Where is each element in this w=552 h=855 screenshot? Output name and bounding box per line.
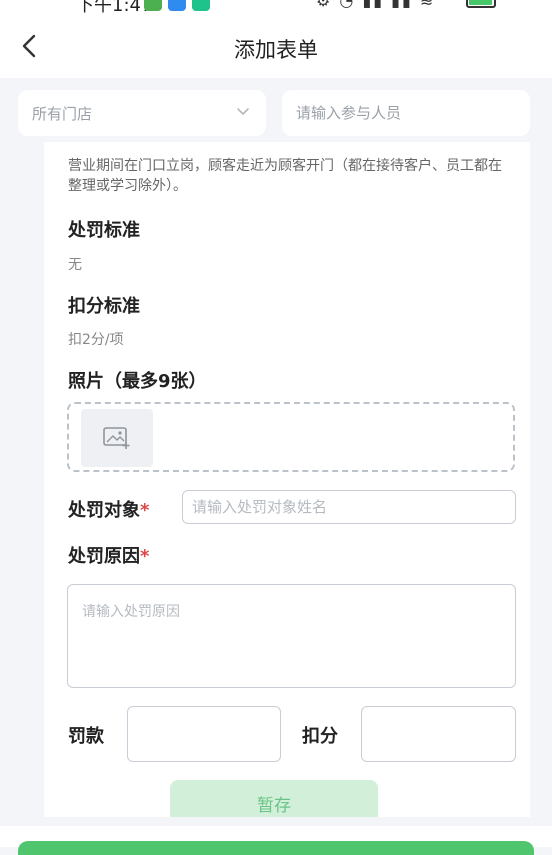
bottom-bar — [0, 826, 552, 855]
penalty-target-input[interactable] — [182, 490, 516, 524]
signal-wifi-icons: ⚙ ◔ ▮▮ ▮▮ ≋ — [316, 0, 436, 10]
filter-row: 所有门店 — [18, 90, 530, 136]
penalty-standard-value: 无 — [68, 257, 82, 273]
store-select-value: 所有门店 — [32, 105, 93, 123]
more-notifications: ··· — [228, 0, 245, 9]
submit-button[interactable] — [18, 841, 534, 855]
penalty-reason-textarea[interactable] — [67, 584, 516, 688]
penalty-standard-title: 处罚标准 — [68, 220, 140, 241]
fine-input[interactable] — [127, 706, 281, 762]
image-add-icon — [103, 427, 130, 449]
page-title: 添加表单 — [234, 38, 318, 62]
rule-description: 营业期间在门口立岗，顾客走近为顾客开门（都在接待客户、员工都在整理或学习除外）。 — [68, 158, 502, 194]
navigation-bar: 添加表单 — [0, 14, 552, 78]
deduction-standard-title: 扣分标准 — [68, 296, 140, 317]
reason-label: 处罚原因* — [68, 542, 149, 568]
save-draft-button[interactable]: 暂存 — [170, 780, 378, 817]
battery-icon: 95 — [466, 0, 496, 8]
form-card: 营业期间在门口立岗，顾客走近为顾客开门（都在接待客户、员工都在整理或学习除外）。… — [44, 142, 530, 817]
deduction-standard-value: 扣2分/项 — [68, 332, 124, 348]
battery-level: 95 — [468, 0, 494, 3]
app-notification-icon — [168, 0, 186, 11]
status-bar: 下午1:47 ··· ⚙ ◔ ▮▮ ▮▮ ≋ 95 — [0, 0, 552, 14]
photo-upload-area — [67, 402, 515, 472]
required-mark: * — [140, 500, 150, 521]
reason-label-text: 处罚原因 — [68, 546, 140, 567]
required-mark: * — [140, 546, 150, 567]
participant-search-input[interactable] — [282, 90, 530, 136]
store-select[interactable]: 所有门店 — [18, 90, 266, 136]
points-input[interactable] — [361, 706, 516, 762]
fine-label: 罚款 — [68, 726, 104, 747]
app-notification-icon — [192, 0, 210, 11]
app-notification-icon — [144, 0, 162, 11]
photos-title: 照片（最多9张） — [68, 371, 207, 392]
status-time: 下午1:47 — [76, 0, 153, 14]
points-label: 扣分 — [302, 726, 338, 747]
target-label-text: 处罚对象 — [68, 500, 140, 521]
target-label: 处罚对象* — [68, 496, 149, 522]
add-photo-button[interactable] — [81, 409, 153, 467]
chevron-down-icon — [237, 108, 249, 115]
